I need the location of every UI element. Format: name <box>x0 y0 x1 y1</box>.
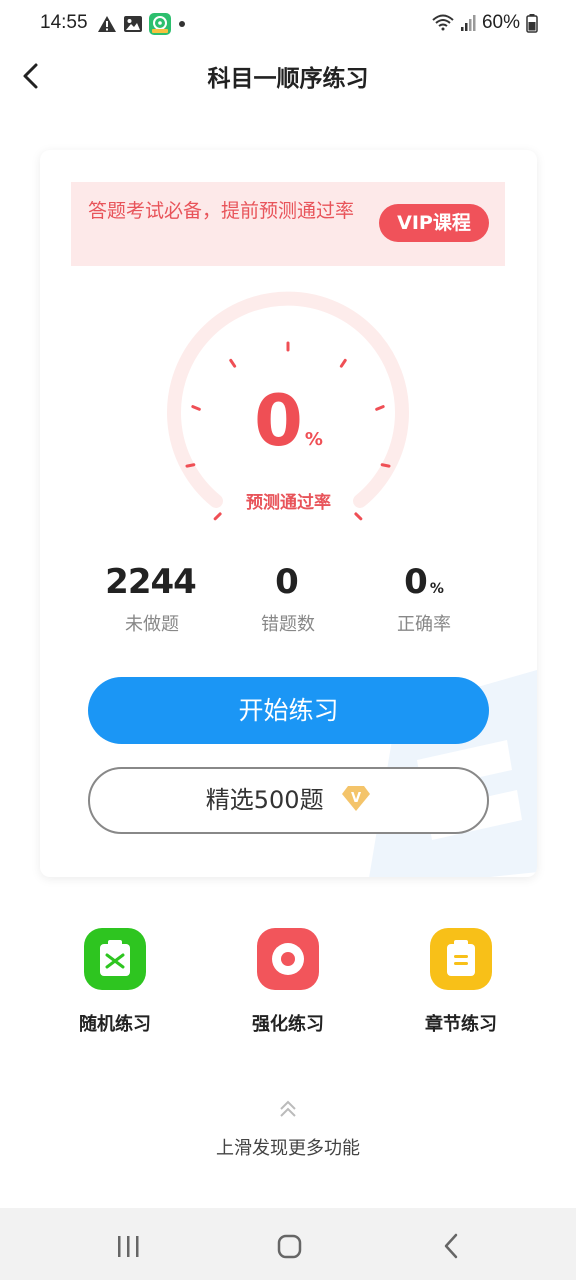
page-title: 科目一顺序练习 <box>207 66 369 92</box>
stat-label: 正确率 <box>397 614 451 635</box>
stat-accuracy: 0% 正确率 <box>349 562 499 636</box>
recent-apps-button[interactable] <box>108 1226 148 1266</box>
target-icon <box>257 928 319 990</box>
gauge-tick <box>213 512 222 521</box>
stat-wrong[interactable]: 0 错题数 <box>213 562 363 636</box>
vip-badge-text: V <box>351 791 361 806</box>
gauge-number: 0 <box>254 380 303 462</box>
swipe-up-hint[interactable]: 上滑发现更多功能 <box>0 1098 576 1160</box>
feature-label: 强化练习 <box>252 1014 324 1035</box>
gauge-label: 预测通过率 <box>246 493 331 513</box>
stat-label: 错题数 <box>261 614 315 635</box>
battery-icon <box>526 14 538 33</box>
header: 科目一顺序练习 <box>0 48 576 104</box>
selected-500-label: 精选500题 <box>205 786 324 814</box>
stat-undone: 2244 未做题 <box>77 562 227 636</box>
swipe-up-text: 上滑发现更多功能 <box>216 1138 360 1159</box>
gauge-value: 0% <box>40 380 537 462</box>
back-nav-button[interactable] <box>431 1226 471 1266</box>
dot-icon <box>179 21 185 27</box>
wifi-icon <box>432 14 454 31</box>
vip-banner[interactable]: 答题考试必备，提前预测通过率 VIP课程 <box>71 182 505 266</box>
vip-diamond-icon: V <box>342 786 371 811</box>
stat-unit: % <box>429 581 444 597</box>
gauge-tick <box>354 512 363 521</box>
vip-banner-text: 答题考试必备，提前预测通过率 <box>88 200 355 222</box>
gauge-unit: % <box>304 429 323 450</box>
gauge-tick <box>185 463 196 468</box>
gauge-tick <box>229 358 237 368</box>
stat-label: 未做题 <box>125 614 179 635</box>
double-chevron-up-icon <box>280 1100 296 1117</box>
home-icon <box>277 1234 302 1259</box>
vip-course-button[interactable]: VIP课程 <box>379 204 489 242</box>
signal-icon <box>460 15 476 31</box>
gauge-tick <box>380 463 391 468</box>
intensive-practice-item[interactable]: 强化练习 <box>228 928 348 1036</box>
stat-value: 0 <box>275 562 299 602</box>
image-icon <box>124 16 142 32</box>
clipboard-icon <box>430 928 492 990</box>
back-nav-icon <box>444 1233 458 1259</box>
system-nav-bar <box>0 1208 576 1280</box>
status-bar: 14:55 60% <box>0 0 576 48</box>
feature-label: 随机练习 <box>79 1014 151 1035</box>
stat-value: 2244 <box>105 562 197 602</box>
recent-apps-icon <box>118 1236 139 1257</box>
stats-row: 2244 未做题 0 错题数 0% 正确率 <box>40 562 537 642</box>
status-time: 14:55 <box>40 12 88 33</box>
gauge-tick <box>339 358 347 368</box>
battery-percent: 60% <box>481 12 520 33</box>
alert-icon <box>98 16 116 32</box>
shuffle-icon <box>84 928 146 990</box>
random-practice-item[interactable]: 随机练习 <box>55 928 175 1036</box>
app-icon <box>149 13 171 35</box>
stat-value: 0 <box>404 562 428 602</box>
home-button[interactable] <box>269 1226 309 1266</box>
practice-card: 答题考试必备，提前预测通过率 VIP课程 0% 预测通过率 2244 未做题 0… <box>40 150 537 877</box>
feature-label: 章节练习 <box>425 1014 497 1035</box>
selected-500-button[interactable]: 精选500题 V <box>88 767 489 834</box>
start-practice-button[interactable]: 开始练习 <box>88 677 489 744</box>
chapter-practice-item[interactable]: 章节练习 <box>401 928 521 1036</box>
feature-row: 随机练习 强化练习 章节练习 <box>0 928 576 1038</box>
